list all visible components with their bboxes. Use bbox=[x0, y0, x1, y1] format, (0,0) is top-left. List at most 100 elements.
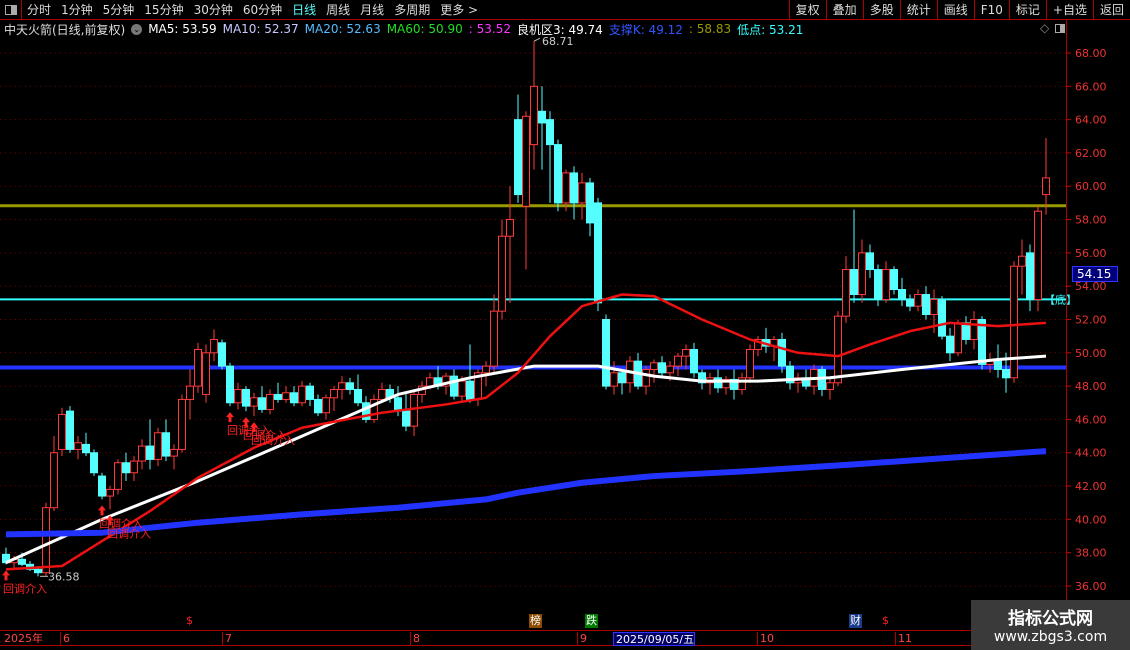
candle bbox=[546, 111, 554, 203]
candle bbox=[602, 314, 610, 390]
candle bbox=[1018, 239, 1026, 295]
event-marker[interactable]: $ bbox=[185, 614, 194, 628]
y-tick-label: 50.00 bbox=[1075, 347, 1107, 360]
event-marker[interactable]: 财 bbox=[849, 614, 862, 628]
candle bbox=[58, 407, 66, 457]
candle bbox=[938, 296, 946, 340]
function-buttons: 复权 叠加 多股 统计 画线 F10 标记 +自选 返回 bbox=[788, 0, 1130, 20]
toolbar-button-1[interactable]: 叠加 bbox=[825, 0, 863, 20]
toolbar-button-4[interactable]: 画线 bbox=[936, 0, 974, 20]
candle bbox=[418, 381, 426, 403]
y-tick-label: 40.00 bbox=[1075, 513, 1107, 526]
toolbar-button-8[interactable]: 返回 bbox=[1092, 0, 1130, 20]
indicator-info-bar: 中天火箭(日线,前复权) ⌄ MA5: 53.59 MA10: 52.37 MA… bbox=[4, 21, 803, 37]
candle bbox=[122, 452, 130, 482]
candle bbox=[226, 362, 234, 407]
watermark-url: www.zbgs3.com bbox=[993, 629, 1108, 645]
candle bbox=[874, 264, 882, 307]
y-tick-label: 42.00 bbox=[1075, 480, 1107, 493]
toolbar-button-6[interactable]: 标记 bbox=[1008, 0, 1046, 20]
up-arrow-icon bbox=[226, 412, 234, 423]
candle bbox=[138, 439, 146, 470]
cursor-date-label: 2025/09/05/五 bbox=[613, 632, 696, 646]
period-tab-0[interactable]: 分时 bbox=[22, 1, 56, 18]
candle bbox=[498, 219, 506, 320]
event-marker[interactable]: 跌 bbox=[585, 614, 598, 628]
candle bbox=[258, 386, 266, 413]
candle bbox=[202, 344, 210, 403]
period-tab-7[interactable]: 周线 bbox=[321, 1, 355, 18]
event-marker[interactable]: 榜 bbox=[529, 614, 542, 628]
candle bbox=[594, 197, 602, 312]
candle bbox=[674, 352, 682, 377]
candle bbox=[770, 336, 778, 362]
candle bbox=[730, 369, 738, 400]
candle bbox=[194, 342, 202, 393]
period-tab-8[interactable]: 月线 bbox=[355, 1, 389, 18]
candle bbox=[762, 327, 770, 353]
axis-divider bbox=[1066, 20, 1067, 630]
period-tab-10[interactable]: 更多 > bbox=[435, 1, 483, 18]
period-tab-5[interactable]: 60分钟 bbox=[238, 1, 287, 18]
bottom-label: 【底】 bbox=[1044, 292, 1077, 306]
layout-toggle-button[interactable] bbox=[0, 0, 22, 20]
candle bbox=[162, 419, 170, 462]
candle bbox=[690, 342, 698, 378]
period-tab-3[interactable]: 15分钟 bbox=[139, 1, 188, 18]
candle bbox=[578, 172, 586, 220]
y-tick-label: 62.00 bbox=[1075, 147, 1107, 160]
candle bbox=[74, 436, 82, 460]
diamond-icon[interactable]: ◇ bbox=[1040, 21, 1049, 35]
candle bbox=[298, 381, 306, 407]
event-marker[interactable]: $ bbox=[881, 614, 890, 628]
candle bbox=[658, 356, 666, 378]
y-tick-label: 52.00 bbox=[1075, 313, 1107, 326]
candle bbox=[818, 366, 826, 397]
toolbar-button-7[interactable]: +自选 bbox=[1045, 0, 1093, 20]
period-tab-6[interactable]: 日线 bbox=[287, 1, 321, 18]
candle bbox=[954, 319, 962, 357]
candle bbox=[154, 427, 162, 467]
candle bbox=[746, 344, 754, 383]
panel-icon[interactable] bbox=[1055, 24, 1065, 33]
time-label: 7 bbox=[222, 632, 232, 646]
toolbar-button-0[interactable]: 复权 bbox=[788, 0, 826, 20]
candle bbox=[338, 376, 346, 400]
chevron-down-icon[interactable]: ⌄ bbox=[131, 23, 143, 35]
period-tab-4[interactable]: 30分钟 bbox=[189, 1, 238, 18]
up-arrow-icon bbox=[98, 505, 106, 516]
period-tab-1[interactable]: 1分钟 bbox=[56, 1, 98, 18]
y-tick-label: 66.00 bbox=[1075, 80, 1107, 93]
candle bbox=[290, 386, 298, 407]
candle bbox=[114, 459, 122, 495]
y-tick-label: 60.00 bbox=[1075, 180, 1107, 193]
candle bbox=[786, 361, 794, 390]
candle bbox=[570, 166, 578, 220]
candle bbox=[66, 406, 74, 453]
ma20-value: MA20: 52.63 bbox=[304, 22, 381, 36]
up-arrow-icon bbox=[2, 570, 10, 581]
toolbar-button-2[interactable]: 多股 bbox=[862, 0, 900, 20]
candle bbox=[306, 382, 314, 407]
period-tab-2[interactable]: 5分钟 bbox=[98, 1, 140, 18]
time-axis: 2025年 6 7 8 9 2025/09/05/五 10 11 bbox=[0, 630, 1130, 646]
candle bbox=[914, 289, 922, 312]
candle bbox=[946, 327, 954, 362]
candle bbox=[242, 386, 250, 412]
candle bbox=[866, 244, 874, 278]
time-label: 11 bbox=[895, 632, 912, 646]
candle bbox=[322, 394, 330, 420]
toolbar-button-3[interactable]: 统计 bbox=[899, 0, 937, 20]
candle bbox=[522, 111, 530, 270]
ma5-value: MA5: 53.59 bbox=[148, 22, 217, 36]
y-tick-label: 38.00 bbox=[1075, 547, 1107, 560]
signal-label: 回调介入 bbox=[107, 527, 151, 540]
candle bbox=[850, 209, 858, 303]
candle bbox=[514, 94, 522, 203]
candle bbox=[370, 394, 378, 423]
period-tab-9[interactable]: 多周期 bbox=[389, 1, 435, 18]
kline-chart[interactable]: 36.00 38.00 40.00 42.00 44.00 46.00 48.00 50.00… bbox=[0, 0, 1130, 630]
candle bbox=[554, 139, 562, 212]
time-label: 9 bbox=[577, 632, 587, 646]
toolbar-button-5[interactable]: F10 bbox=[973, 0, 1009, 20]
